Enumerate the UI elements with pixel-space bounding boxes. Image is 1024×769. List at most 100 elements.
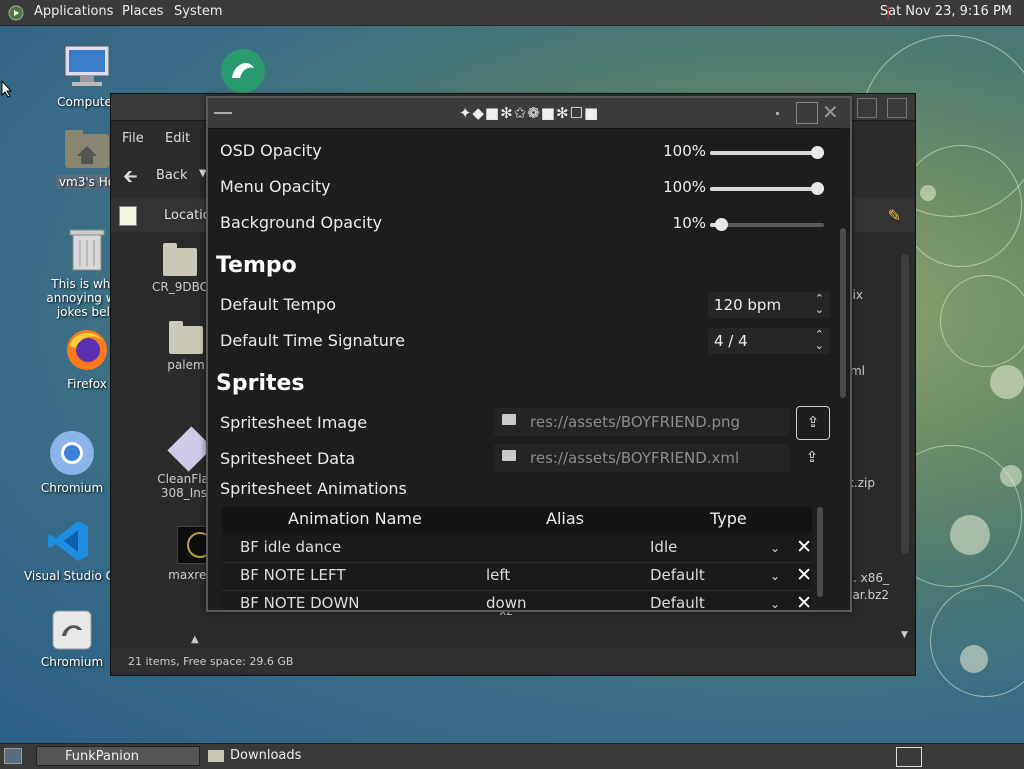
file-view-scrollbar[interactable] bbox=[901, 254, 909, 554]
folder-icon bbox=[502, 450, 516, 461]
desktop-icon-label: Chromium bbox=[40, 481, 104, 495]
remove-row-icon[interactable]: ✕ bbox=[796, 592, 812, 610]
workspace-switcher-icon[interactable] bbox=[896, 747, 922, 767]
default-time-signature-label: Default Time Signature bbox=[220, 331, 405, 350]
taskbar-item-downloads[interactable]: Downloads bbox=[204, 746, 364, 766]
chevron-down-icon[interactable]: ⌄ bbox=[770, 569, 780, 583]
upload-icon: ⇪ bbox=[806, 413, 820, 431]
menu-system[interactable]: System bbox=[174, 4, 222, 19]
spritesheet-image-path: res://assets/BOYFRIEND.png bbox=[530, 413, 741, 431]
app-menu-icon[interactable] bbox=[8, 5, 24, 21]
close-icon[interactable]: ✕ bbox=[822, 100, 839, 124]
table-row[interactable]: BF NOTE LEFT left Default ⌄ ✕ bbox=[222, 563, 812, 591]
animation-name-cell[interactable]: BF NOTE DOWN bbox=[240, 594, 360, 610]
table-scrollbar[interactable] bbox=[816, 507, 824, 607]
table-row[interactable]: BF NOTE DOWN down Default ⌄ ✕ bbox=[222, 591, 812, 610]
folder-icon bbox=[208, 750, 224, 762]
spritesheet-data-upload-button[interactable]: ⇪ bbox=[796, 442, 828, 474]
chevron-down-icon[interactable]: ⌄ bbox=[770, 541, 780, 555]
osd-opacity-label: OSD Opacity bbox=[220, 141, 322, 160]
spritesheet-animations-label: Spritesheet Animations bbox=[220, 479, 407, 498]
restore-icon[interactable] bbox=[857, 98, 877, 118]
alias-cell[interactable]: down bbox=[486, 594, 526, 610]
table-row[interactable]: BF idle dance Idle ⌄ ✕ bbox=[222, 535, 812, 563]
type-dropdown[interactable]: Idle bbox=[650, 538, 677, 556]
animation-name-cell[interactable]: BF idle dance bbox=[240, 538, 341, 556]
type-dropdown[interactable]: Default bbox=[650, 594, 705, 610]
column-header-type[interactable]: Type bbox=[710, 509, 747, 528]
edit-location-icon[interactable] bbox=[119, 206, 137, 226]
chromium-icon bbox=[27, 430, 117, 479]
menu-edit[interactable]: Edit bbox=[165, 131, 190, 146]
default-time-signature-spinbox[interactable]: 4 / 4 ⌃ ⌄ bbox=[708, 328, 830, 354]
clear-icon[interactable]: ✎ bbox=[888, 206, 901, 225]
taskbar-item-funkpanion[interactable]: FunkPanion bbox=[36, 746, 200, 766]
spritesheet-image-upload-button[interactable]: ⇪ bbox=[796, 406, 830, 440]
default-tempo-label: Default Tempo bbox=[220, 295, 336, 314]
default-tempo-spinbox[interactable]: 120 bpm ⌃ ⌄ bbox=[708, 292, 830, 318]
app-launcher-icon[interactable] bbox=[220, 48, 266, 98]
spritesheet-data-label: Spritesheet Data bbox=[220, 449, 356, 468]
scroll-down-icon[interactable]: ▼ bbox=[901, 630, 908, 640]
clock[interactable]: Sat Nov 23, 9:16 PM bbox=[880, 4, 1012, 19]
upload-icon: ⇪ bbox=[805, 448, 819, 466]
mouse-pointer-icon bbox=[1, 79, 13, 102]
menu-applications[interactable]: Applications bbox=[34, 4, 113, 19]
show-desktop-icon[interactable] bbox=[4, 748, 22, 764]
location-label: Locatio bbox=[164, 208, 211, 223]
folder-icon bbox=[502, 414, 516, 425]
slider-knob[interactable] bbox=[811, 182, 824, 195]
taskbar-item-label: FunkPanion bbox=[65, 749, 140, 764]
column-header-alias[interactable]: Alias bbox=[546, 509, 584, 528]
menu-file[interactable]: File bbox=[122, 131, 144, 146]
top-panel: Applications Places System | Sat Nov 23,… bbox=[0, 0, 1024, 26]
spritesheet-image-field[interactable]: res://assets/BOYFRIEND.png bbox=[494, 408, 790, 436]
scroll-up-icon[interactable]: ▲ bbox=[191, 634, 199, 645]
dialog-body: OSD Opacity 100% Menu Opacity 100% Backg… bbox=[208, 129, 850, 610]
sprites-heading: Sprites bbox=[216, 371, 305, 396]
menu-opacity-label: Menu Opacity bbox=[220, 177, 331, 196]
desktop-icon-chromium-app[interactable]: Chromium bbox=[27, 610, 117, 669]
type-dropdown[interactable]: Default bbox=[650, 566, 705, 584]
animation-name-cell[interactable]: BF NOTE LEFT bbox=[240, 566, 345, 584]
spritesheet-data-field[interactable]: res://assets/BOYFRIEND.xml bbox=[494, 444, 790, 472]
desktop-icon-vscode[interactable]: Visual Studio C bbox=[14, 518, 124, 583]
spin-arrows-icon[interactable]: ⌃ ⌄ bbox=[815, 293, 824, 315]
chevron-down-icon[interactable]: ⌄ bbox=[770, 597, 780, 610]
spin-arrows-icon[interactable]: ⌃ ⌄ bbox=[815, 329, 824, 351]
tempo-heading: Tempo bbox=[216, 253, 297, 278]
scrollbar-thumb[interactable] bbox=[840, 228, 846, 398]
alias-cell[interactable]: left bbox=[486, 566, 510, 584]
dialog-scrollbar[interactable] bbox=[839, 128, 847, 606]
background-opacity-label: Background Opacity bbox=[220, 213, 383, 232]
column-header-animation-name[interactable]: Animation Name bbox=[288, 509, 422, 528]
spritesheet-image-label: Spritesheet Image bbox=[220, 413, 368, 432]
default-tempo-value: 120 bpm bbox=[714, 296, 782, 314]
maximize-icon[interactable] bbox=[887, 98, 907, 118]
dialog-titlebar[interactable]: ✦◆■✻✩❁■✻☐■ ✕ bbox=[208, 98, 850, 129]
back-button[interactable]: Back bbox=[156, 168, 188, 183]
taskbar: FunkPanion Downloads bbox=[0, 743, 1024, 769]
slider-knob[interactable] bbox=[715, 218, 728, 231]
computer-icon bbox=[42, 44, 132, 93]
osd-opacity-value: 100% bbox=[663, 142, 706, 160]
background-opacity-value: 10% bbox=[672, 214, 706, 232]
maximize-icon[interactable] bbox=[796, 102, 818, 124]
spritesheet-data-path: res://assets/BOYFRIEND.xml bbox=[530, 449, 740, 467]
menu-opacity-slider[interactable] bbox=[710, 182, 824, 195]
slider-knob[interactable] bbox=[811, 146, 824, 159]
remove-row-icon[interactable]: ✕ bbox=[796, 564, 812, 586]
status-bar: 21 items, Free space: 29.6 GB bbox=[111, 649, 915, 673]
menu-opacity-value: 100% bbox=[663, 178, 706, 196]
menu-places[interactable]: Places bbox=[122, 4, 163, 19]
osd-opacity-slider[interactable] bbox=[710, 146, 824, 159]
menu-dot-icon[interactable] bbox=[776, 112, 779, 115]
status-text: 21 items, Free space: 29.6 GB bbox=[128, 655, 294, 668]
table-header: Animation Name Alias Type bbox=[222, 507, 812, 533]
desktop-icon-chromium[interactable]: Chromium bbox=[27, 430, 117, 495]
background-opacity-slider[interactable] bbox=[710, 218, 824, 231]
scrollbar-thumb[interactable] bbox=[817, 507, 823, 597]
remove-row-icon[interactable]: ✕ bbox=[796, 536, 812, 558]
slider-fill bbox=[710, 187, 824, 191]
desktop-icon-label: Chromium bbox=[40, 655, 104, 669]
